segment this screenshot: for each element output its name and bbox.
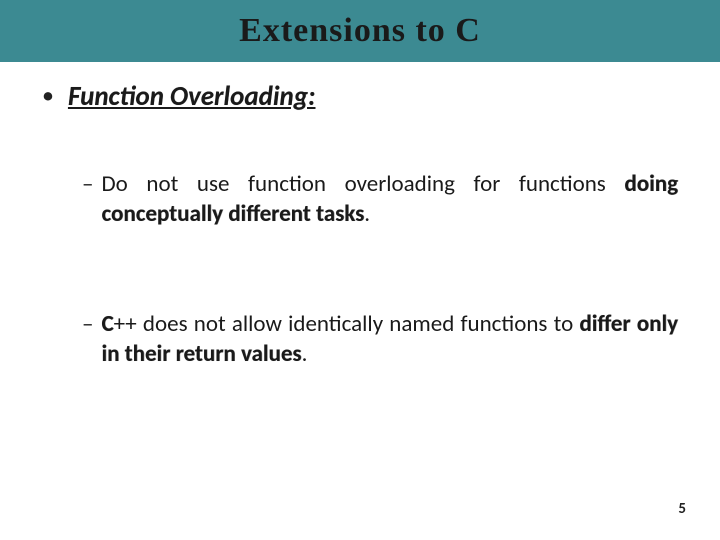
title-bar: Extensions to C	[0, 0, 720, 62]
bullet-icon: •	[42, 80, 54, 112]
sub-bullet-item: – Do not use function overloading for fu…	[82, 169, 678, 229]
slide-title: Extensions to C	[239, 12, 481, 50]
slide-content: • Function Overloading: – Do not use fun…	[0, 62, 720, 369]
sub-bullet-item: – C++ does not allow identically named f…	[82, 309, 678, 369]
bullet-heading-row: • Function Overloading:	[42, 80, 678, 113]
text-pre: Do not use function overloading for func…	[101, 170, 624, 198]
page-number: 5	[678, 500, 686, 518]
text-prebold: C	[101, 310, 113, 338]
section-heading: Function Overloading:	[68, 80, 316, 113]
body-line-2: C++ does not allow identically named fun…	[101, 309, 678, 369]
text-post: .	[364, 200, 370, 228]
text-pre: ++ does not allow identically named func…	[114, 310, 580, 338]
dash-icon: –	[82, 309, 93, 339]
sub-bullet-list: – Do not use function overloading for fu…	[42, 169, 678, 369]
dash-icon: –	[82, 169, 93, 199]
text-post: .	[302, 340, 308, 368]
body-line-1: Do not use function overloading for func…	[101, 169, 678, 229]
